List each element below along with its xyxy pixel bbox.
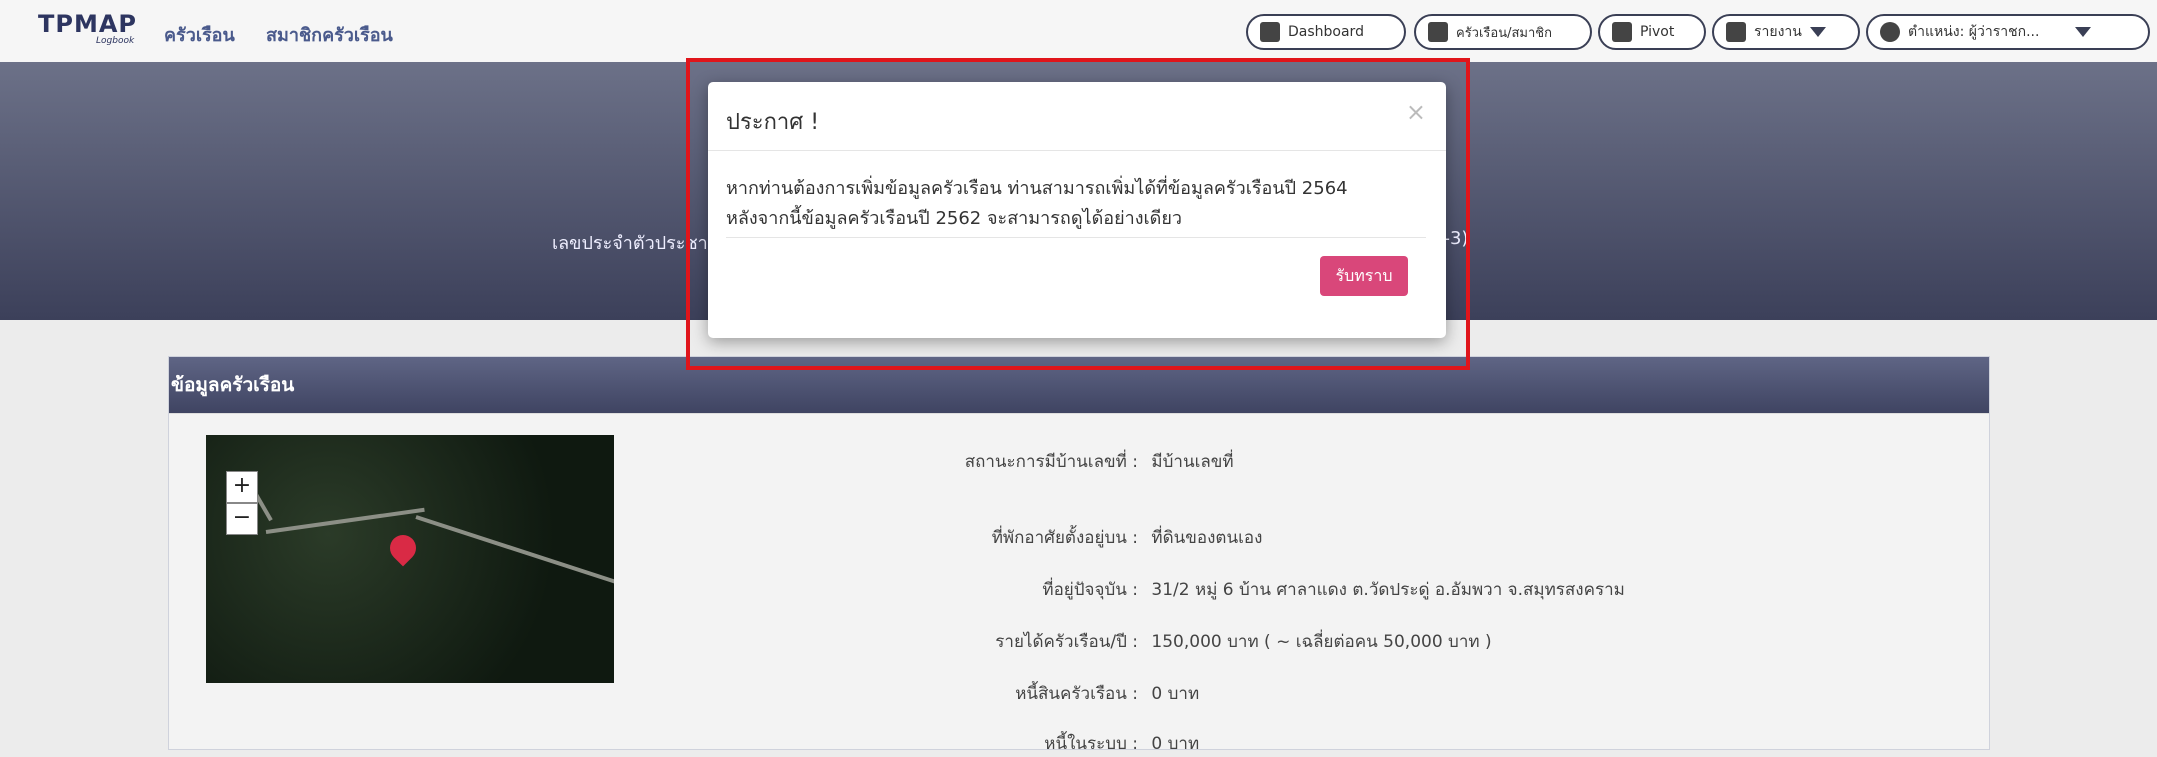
chevron-down-icon	[2075, 27, 2092, 37]
info-value: ที่ดินของตนเอง	[1151, 528, 1263, 548]
household-members-button[interactable]: ครัวเรือน/สมาชิก	[1414, 14, 1592, 50]
dashboard-button[interactable]: Dashboard	[1246, 14, 1406, 50]
info-row-formal-debt: หนี้ในระบบ : 0 บาท	[960, 730, 1960, 757]
info-label: สถานะการมีบ้านเลขที่ :	[964, 452, 1138, 472]
top-navbar: TPMAP Logbook ครัวเรือน สมาชิกครัวเรือน …	[0, 0, 2157, 63]
dashboard-label: Dashboard	[1288, 24, 1364, 40]
map-zoom-in-button[interactable]: +	[226, 471, 258, 503]
map-road	[265, 507, 425, 534]
report-label: รายงาน	[1754, 24, 1802, 40]
report-dropdown[interactable]: รายงาน	[1712, 14, 1860, 50]
logo-subtext: Logbook	[96, 36, 135, 46]
report-icon	[1726, 22, 1746, 42]
info-row-residence: ที่พักอาศัยตั้งอยู่บน : ที่ดินของตนเอง	[960, 524, 1960, 551]
nav-link-members[interactable]: สมาชิกครัวเรือน	[266, 20, 393, 49]
info-label: ที่พักอาศัยตั้งอยู่บน :	[991, 528, 1138, 548]
info-label: หนี้สินครัวเรือน :	[1015, 684, 1138, 704]
map-zoom-out-button[interactable]: −	[226, 503, 258, 535]
logo-text: TPMAP	[38, 10, 138, 38]
dashboard-icon	[1260, 22, 1280, 42]
map-road	[415, 515, 614, 587]
user-circle-icon	[1880, 22, 1900, 42]
info-row-income: รายได้ครัวเรือน/ปี : 150,000 บาท ( ~ เฉล…	[960, 628, 1960, 655]
info-row-debt: หนี้สินครัวเรือน : 0 บาท	[960, 680, 1960, 707]
info-row-address: ที่อยู่ปัจจุบัน : 31/2 หมู่ 6 บ้าน ศาลาแ…	[960, 576, 1960, 603]
info-value: 0 บาท	[1151, 734, 1200, 754]
info-value: 0 บาท	[1151, 684, 1200, 704]
info-label: รายได้ครัวเรือน/ปี :	[995, 632, 1138, 652]
position-dropdown[interactable]: ตำแหน่ง: ผู้ว่าราชก...	[1866, 14, 2150, 50]
info-row-house-number: สถานะการมีบ้านเลขที่ : มีบ้านเลขที่	[960, 448, 1960, 475]
household-members-label: ครัวเรือน/สมาชิก	[1456, 25, 1552, 41]
info-label: ที่อยู่ปัจจุบัน :	[1042, 580, 1138, 600]
position-label: ตำแหน่ง: ผู้ว่าราชก...	[1908, 24, 2040, 40]
pivot-label: Pivot	[1640, 24, 1675, 40]
chevron-down-icon	[1809, 27, 1826, 37]
highlight-box	[686, 58, 1470, 370]
pivot-icon	[1612, 22, 1632, 42]
info-value: 31/2 หมู่ 6 บ้าน ศาลาแดง ต.วัดประดู่ อ.อ…	[1151, 580, 1625, 600]
nav-link-household[interactable]: ครัวเรือน	[164, 20, 235, 49]
app-logo[interactable]: TPMAP Logbook	[38, 12, 168, 52]
info-value: 150,000 บาท ( ~ เฉลี่ยต่อคน 50,000 บาท )	[1151, 632, 1492, 652]
pivot-button[interactable]: Pivot	[1598, 14, 1706, 50]
info-value: มีบ้านเลขที่	[1151, 452, 1234, 472]
info-label: หนี้ในระบบ :	[1044, 734, 1138, 754]
contact-card-icon	[1428, 22, 1448, 42]
